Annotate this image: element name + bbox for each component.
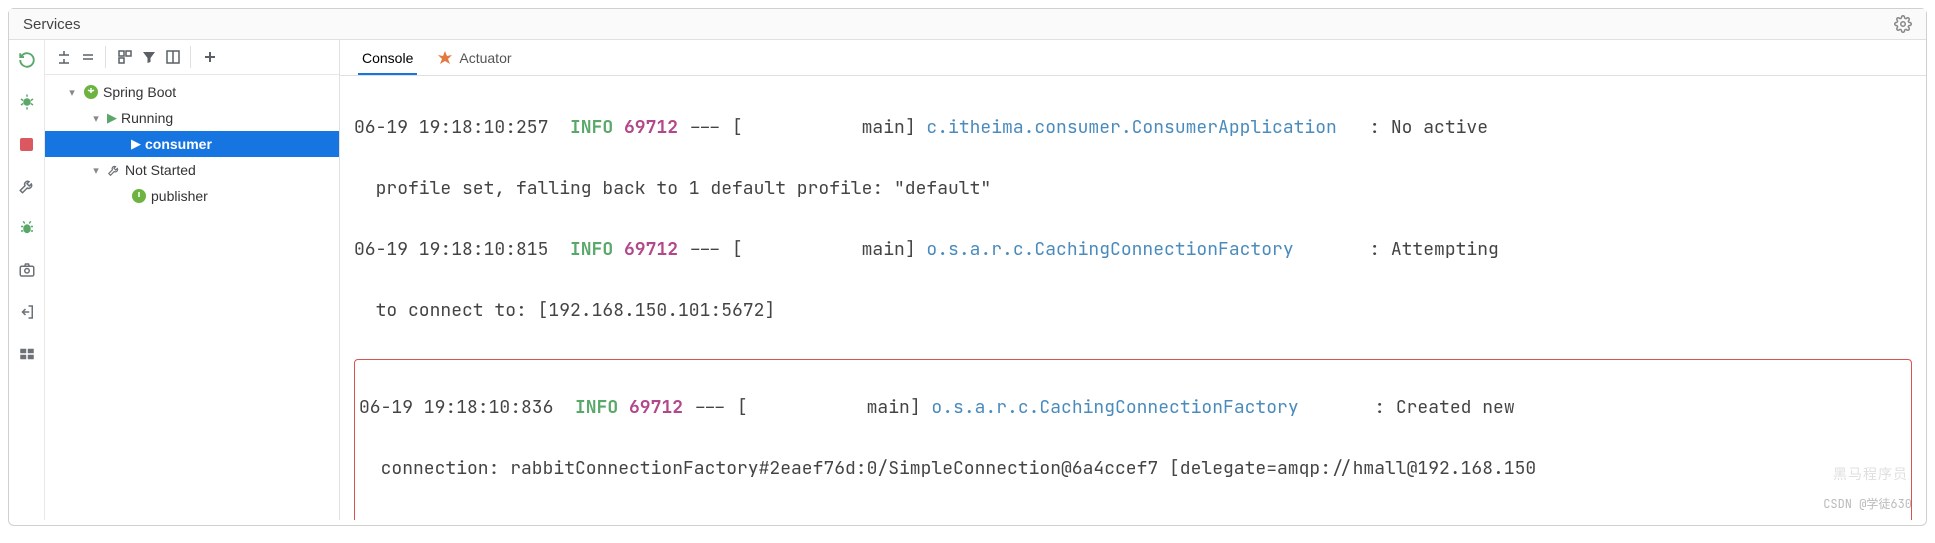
tab-label: Actuator <box>459 50 511 66</box>
tree-node-spring-boot[interactable]: ▾ Spring Boot <box>45 79 339 105</box>
actuator-icon <box>437 50 453 66</box>
tree-node-not-started[interactable]: ▾ Not Started <box>45 157 339 183</box>
stop-icon[interactable] <box>17 134 37 154</box>
tree-node-running[interactable]: ▾ ▶ Running <box>45 105 339 131</box>
services-panel: Services <box>8 8 1927 526</box>
titlebar: Services <box>9 9 1926 40</box>
tab-actuator[interactable]: Actuator <box>425 42 523 74</box>
exit-icon[interactable] <box>17 302 37 322</box>
group-icon[interactable] <box>114 46 136 68</box>
tabs: Console Actuator <box>340 40 1926 76</box>
tree-label: publisher <box>151 188 208 204</box>
bug-rerun-icon[interactable] <box>17 92 37 112</box>
tree-label: Not Started <box>125 162 196 178</box>
spring-boot-icon <box>83 84 99 100</box>
tree-label: Spring Boot <box>103 84 176 100</box>
expand-all-icon[interactable] <box>53 46 75 68</box>
tree-label: consumer <box>145 136 212 152</box>
wrench-icon[interactable] <box>17 176 37 196</box>
layout-toggle-icon[interactable] <box>162 46 184 68</box>
camera-icon[interactable] <box>17 260 37 280</box>
highlighted-log-block: 06-19 19:18:10:836 INFO 69712 --- [ main… <box>354 359 1912 520</box>
run-tree: ▾ Spring Boot ▾ ▶ Running ▶ consumer ▾ N… <box>45 75 339 213</box>
credit: CSDN @学徒630 <box>1823 494 1912 514</box>
tree-pane: ▾ Spring Boot ▾ ▶ Running ▶ consumer ▾ N… <box>45 40 340 520</box>
gear-icon[interactable] <box>1894 15 1912 33</box>
chevron-down-icon: ▾ <box>89 112 103 125</box>
panel-title: Services <box>23 16 81 33</box>
rerun-icon[interactable] <box>17 50 37 70</box>
wrench-icon <box>107 163 121 177</box>
tree-label: Running <box>121 110 173 126</box>
tab-label: Console <box>362 50 413 66</box>
play-icon: ▶ <box>131 136 141 152</box>
tree-node-consumer[interactable]: ▶ consumer <box>45 131 339 157</box>
tree-toolbar <box>45 40 339 75</box>
filter-icon[interactable] <box>138 46 160 68</box>
tree-node-publisher[interactable]: publisher <box>45 183 339 209</box>
left-gutter <box>9 40 45 520</box>
layout-icon[interactable] <box>17 344 37 364</box>
chevron-down-icon: ▾ <box>65 86 79 99</box>
spring-boot-icon <box>131 188 147 204</box>
watermark: 黑马程序员 <box>1833 464 1908 488</box>
play-icon: ▶ <box>107 110 117 126</box>
collapse-all-icon[interactable] <box>77 46 99 68</box>
tab-console[interactable]: Console <box>350 42 425 74</box>
console-output[interactable]: 06-19 19:18:10:257 INFO 69712 --- [ main… <box>340 76 1926 520</box>
bug-icon[interactable] <box>17 218 37 238</box>
main-pane: Console Actuator 06-19 19:18:10:257 INFO… <box>340 40 1926 520</box>
add-icon[interactable] <box>199 46 221 68</box>
chevron-down-icon: ▾ <box>89 164 103 177</box>
